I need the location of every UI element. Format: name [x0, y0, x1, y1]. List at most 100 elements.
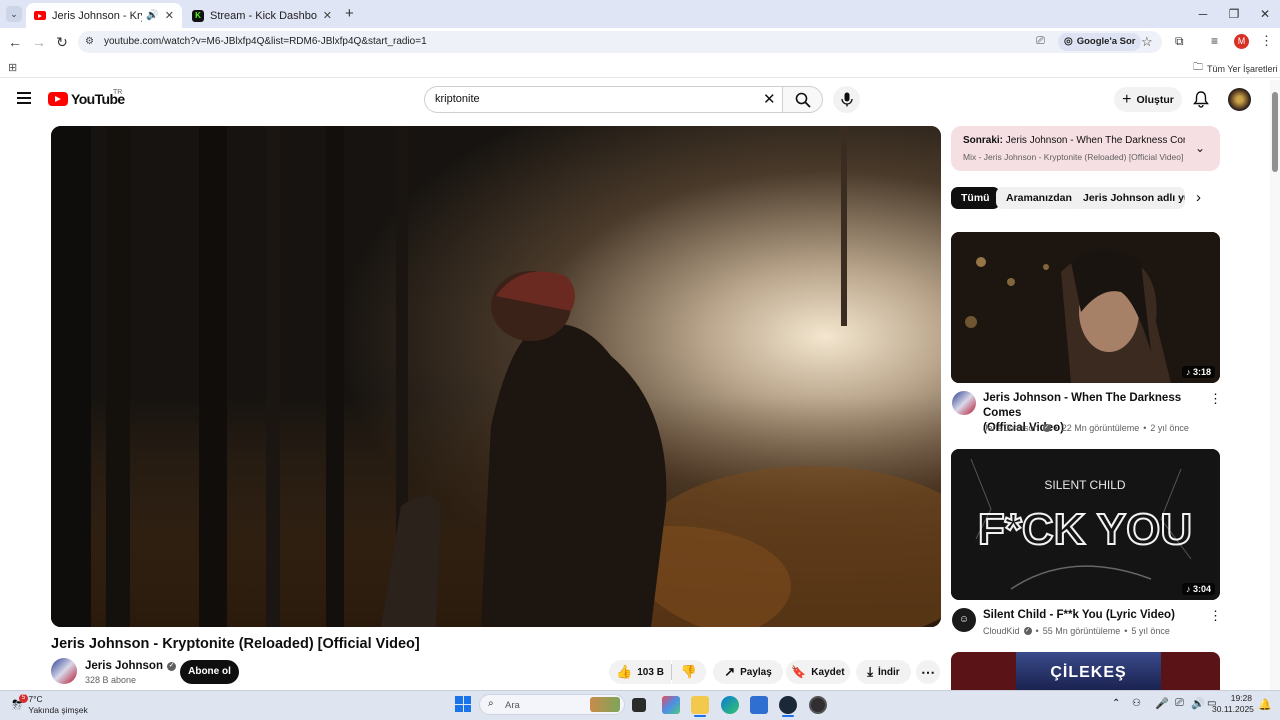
create-button[interactable]: + Oluştur [1114, 87, 1182, 112]
taskbar-search-box[interactable]: ⌕ Ara [479, 694, 625, 715]
tab-youtube[interactable]: Jeris Johnson - Kryptonite ( 🔊 ✕ [26, 3, 182, 28]
expand-playlist-icon[interactable]: ⌄ [1195, 141, 1205, 155]
notification-center-icon[interactable]: 🔔 [1258, 698, 1272, 711]
share-icon: ↗ [724, 664, 736, 679]
network-icon[interactable]: ⎚ [1175, 697, 1184, 710]
recommendation-channel[interactable]: Jeris Johnson [983, 423, 1039, 433]
more-options-icon[interactable]: ⋮ [1209, 391, 1222, 407]
download-button[interactable]: ⤓ İndir [856, 660, 911, 684]
video-player[interactable] [51, 126, 941, 627]
search-value[interactable]: kriptonite [435, 93, 480, 105]
recommendation-channel-avatar[interactable] [952, 391, 976, 415]
edge-browser-icon[interactable] [721, 696, 739, 714]
recommendation-title-line1: Jeris Johnson - When The Darkness Comes [983, 392, 1182, 419]
thumbs-down-icon: 👎 [680, 664, 698, 679]
close-window-button[interactable]: ✕ [1250, 4, 1280, 24]
page-scrollbar-thumb[interactable] [1272, 92, 1278, 172]
subscriber-count: 328 B abone [85, 675, 137, 685]
share-button[interactable]: ↗ Paylaş [713, 660, 783, 684]
tab-search-button[interactable]: ⌄ [6, 6, 22, 22]
chip-all[interactable]: Tümü [951, 187, 1000, 209]
voice-search-button[interactable] [833, 86, 860, 113]
up-next-title[interactable]: Sonraki: Jeris Johnson - When The Darkne… [963, 135, 1185, 146]
clock[interactable]: 19:28 30.11.2025 [1212, 693, 1254, 715]
hamburger-menu-icon[interactable] [17, 92, 31, 104]
back-button[interactable]: ← [6, 34, 24, 50]
like-button[interactable]: 👍 103 B [609, 660, 671, 684]
steam-app-icon[interactable] [779, 696, 797, 714]
recommendation-title[interactable]: Silent Child - F**k You (Lyric Video) [983, 608, 1203, 623]
restore-button[interactable]: ❐ [1219, 4, 1249, 24]
widgets-app-icon[interactable] [662, 696, 680, 714]
microphone-icon [840, 92, 853, 107]
recommendation-thumbnail[interactable]: ♪ 3:18 [951, 232, 1220, 383]
bookmark-star-icon[interactable]: ☆ [1141, 34, 1153, 50]
apps-grid-icon[interactable]: ⊞ [8, 61, 17, 74]
close-tab-icon[interactable]: ✕ [165, 9, 174, 22]
account-avatar[interactable] [1228, 88, 1251, 111]
reload-button[interactable]: ↻ [53, 34, 71, 50]
search-button[interactable] [782, 86, 823, 113]
meta-separator: • [1054, 423, 1058, 433]
file-explorer-icon[interactable] [691, 696, 709, 714]
chip-uploaded-by-channel[interactable]: Jeris Johnson adlı yükle [1073, 187, 1185, 209]
verified-badge-icon: ✓ [1042, 424, 1051, 432]
profile-avatar[interactable]: M [1234, 34, 1249, 49]
tray-app-icon[interactable]: ⚇ [1132, 698, 1141, 709]
recommendation-views: 22 Mn görüntüleme [1061, 423, 1140, 433]
channel-avatar[interactable] [51, 658, 77, 684]
recommendation-channel-avatar[interactable]: ☺ [952, 608, 976, 632]
extensions-icon[interactable]: ⧉ [1175, 34, 1184, 49]
thumbnail-subtext: SILENT CHILD [1044, 478, 1125, 492]
recommendation-views: 55 Mn görüntüleme [1042, 626, 1121, 636]
like-count: 103 B [637, 666, 664, 678]
task-view-icon[interactable] [632, 698, 646, 712]
chip-from-your-search[interactable]: Aramanızdan [996, 187, 1082, 209]
media-controls-icon[interactable]: ≡ [1211, 34, 1218, 48]
microphone-tray-icon[interactable]: 🎤 [1155, 697, 1169, 710]
weather-text: 7°C Yakında şimşek [28, 694, 87, 716]
recommendation-thumbnail[interactable]: ÇİLEKEŞ [951, 652, 1220, 690]
create-label: Oluştur [1136, 93, 1174, 106]
search-highlight-icon [590, 697, 620, 712]
clock-date: 30.11.2025 [1212, 704, 1254, 714]
notifications-bell-icon[interactable] [1193, 91, 1209, 113]
recommendation-channel[interactable]: CloudKid [983, 626, 1020, 636]
install-app-icon[interactable]: ⎚ [1036, 35, 1045, 48]
subscribe-button[interactable]: Abone ol [180, 660, 239, 684]
tab-kick-dashboard[interactable]: K Stream - Kick Dashboard ✕ [184, 3, 340, 28]
all-bookmarks-button[interactable]: 🗀 Tüm Yer İşaretleri [1193, 60, 1278, 77]
show-hidden-icons-icon[interactable]: ⌃ [1112, 698, 1120, 709]
recommendation-thumbnail[interactable]: F*CK YOU SILENT CHILD ♪ 3:04 [951, 449, 1220, 600]
minimize-button[interactable]: ─ [1188, 4, 1218, 24]
download-label: İndir [878, 666, 900, 678]
up-next-video-title: Jeris Johnson - When The Darkness Come..… [1005, 135, 1185, 146]
browser-menu-icon[interactable]: ⋮ [1260, 33, 1273, 49]
channel-name[interactable]: Jeris Johnson ✓ [85, 660, 176, 672]
dislike-button[interactable]: 👎 [672, 660, 706, 684]
new-tab-button[interactable]: + [345, 5, 354, 22]
store-app-icon[interactable] [750, 696, 768, 714]
up-next-panel[interactable] [951, 126, 1220, 171]
ask-google-button[interactable]: ◎ Google'a Sor [1058, 33, 1142, 51]
clear-search-icon[interactable]: ✕ [763, 90, 776, 108]
weather-widget[interactable]: ⛈ 5 7°C Yakında şimşek [12, 694, 88, 716]
download-icon: ⤓ [867, 664, 874, 679]
speaker-icon[interactable]: 🔊 [146, 10, 158, 21]
youtube-favicon-icon [34, 11, 46, 20]
close-tab-icon[interactable]: ✕ [323, 9, 332, 22]
meta-separator: • [1035, 626, 1039, 636]
thumbs-up-icon: 👍 [616, 664, 633, 679]
obs-app-icon[interactable] [809, 696, 827, 714]
thumbnail-image: F*CK YOU SILENT CHILD [951, 449, 1220, 600]
tab-title: Jeris Johnson - Kryptonite ( [52, 9, 142, 22]
more-options-icon[interactable]: ⋮ [1209, 608, 1222, 624]
more-actions-button[interactable]: ⋯ [916, 660, 940, 684]
forward-button[interactable]: → [30, 34, 48, 50]
start-button[interactable] [455, 696, 471, 712]
url-text[interactable]: youtube.com/watch?v=M6-JBlxfp4Q&list=RDM… [104, 36, 427, 47]
volume-icon[interactable]: 🔊 [1191, 697, 1205, 710]
site-info-icon[interactable]: ⚙ [85, 36, 94, 47]
save-button[interactable]: 🔖 Kaydet [786, 660, 850, 684]
chips-next-arrow-icon[interactable]: › [1196, 189, 1201, 206]
